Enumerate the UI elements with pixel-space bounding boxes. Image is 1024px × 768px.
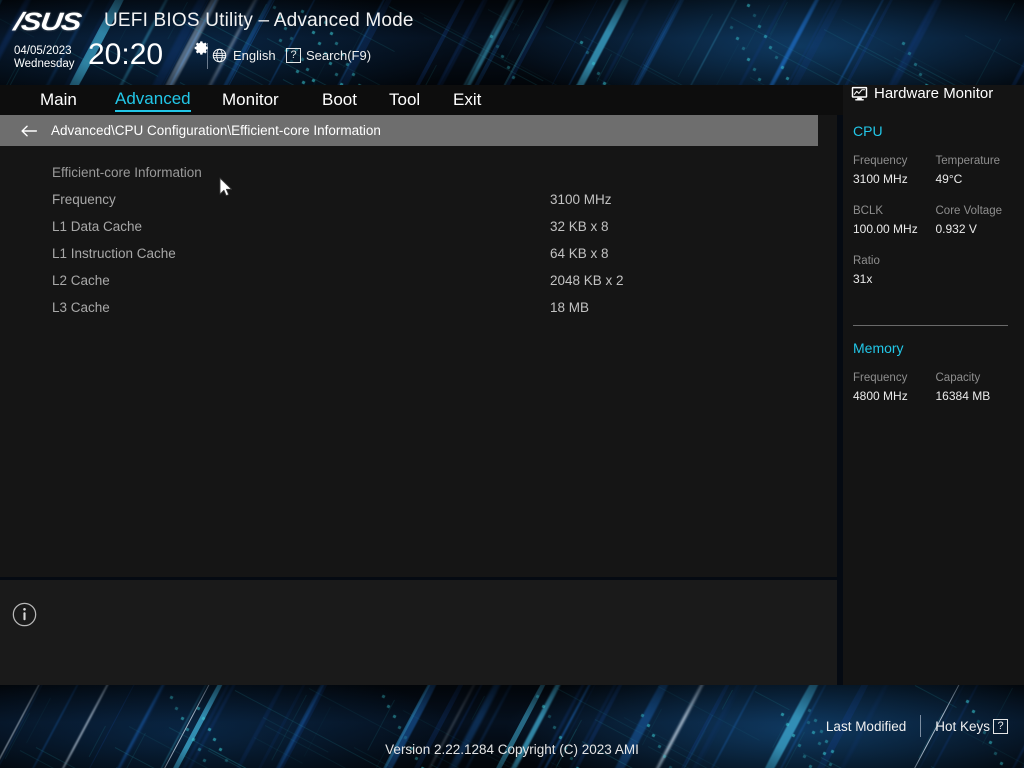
info-row-value: 32 KB x 8	[550, 219, 609, 234]
clock-display: 20:20	[88, 38, 163, 72]
tab-tool[interactable]: Tool	[389, 90, 420, 111]
cpu-row-bclk-voltage: BCLK 100.00 MHz Core Voltage 0.932 V	[853, 202, 1018, 238]
language-label: English	[233, 48, 276, 63]
info-row-label: Frequency	[52, 192, 550, 207]
footer-actions: Last Modified Hot Keys ?	[826, 715, 1008, 737]
info-row-value: 2048 KB x 2	[550, 273, 624, 288]
globe-icon	[212, 48, 227, 63]
hardware-monitor-title: Hardware Monitor	[874, 85, 993, 102]
header: /SUS UEFI BIOS Utility – Advanced Mode 0…	[0, 0, 1024, 85]
footer-divider	[920, 715, 921, 737]
page-title: UEFI BIOS Utility – Advanced Mode	[104, 10, 414, 32]
search-label: Search(F9)	[306, 48, 371, 63]
info-circle-icon[interactable]	[12, 602, 37, 627]
info-row[interactable]: L1 Instruction Cache64 KB x 8	[0, 240, 837, 267]
settings-list: Efficient-core Information Frequency3100 …	[0, 159, 837, 321]
weekday-value: Wednesday	[14, 58, 75, 71]
memory-frequency-label: Frequency	[853, 369, 936, 387]
tab-monitor[interactable]: Monitor	[222, 90, 279, 111]
cpu-row-ratio: Ratio 31x	[853, 252, 1018, 288]
memory-capacity-label: Capacity	[936, 369, 1019, 387]
mouse-cursor	[219, 177, 233, 198]
version-text: Version 2.22.1284 Copyright (C) 2023 AMI	[0, 742, 1024, 757]
info-row-label: L3 Cache	[52, 300, 550, 315]
memory-section: Memory Frequency 4800 MHz Capacity 16384…	[853, 340, 1018, 405]
help-panel	[0, 580, 837, 685]
info-row-label: L1 Data Cache	[52, 219, 550, 234]
cpu-row-frequency-temperature: Frequency 3100 MHz Temperature 49°C	[853, 152, 1018, 188]
cpu-core-voltage-value: 0.932 V	[936, 220, 1019, 238]
memory-capacity-value: 16384 MB	[936, 387, 1019, 405]
hot-keys-label: Hot Keys	[935, 719, 990, 734]
hardware-monitor-icon	[851, 86, 868, 101]
hot-keys-button[interactable]: Hot Keys ?	[935, 719, 1008, 734]
header-divider	[207, 43, 208, 69]
info-row-value: 18 MB	[550, 300, 589, 315]
cpu-ratio-label: Ratio	[853, 252, 938, 270]
info-row[interactable]: L1 Data Cache32 KB x 8	[0, 213, 837, 240]
tab-boot[interactable]: Boot	[322, 90, 357, 111]
hardware-monitor-header: Hardware Monitor	[851, 85, 993, 102]
language-selector[interactable]: English	[212, 48, 276, 63]
info-row-value: 64 KB x 8	[550, 246, 609, 261]
info-row-label: L1 Instruction Cache	[52, 246, 550, 261]
cpu-frequency-label: Frequency	[853, 152, 936, 170]
cpu-bclk-value: 100.00 MHz	[853, 220, 936, 238]
info-row[interactable]: L3 Cache18 MB	[0, 294, 837, 321]
cpu-bclk-label: BCLK	[853, 202, 936, 220]
question-box-icon: ?	[286, 48, 301, 63]
tab-advanced[interactable]: Advanced	[115, 89, 191, 112]
breadcrumb-path: Advanced\CPU Configuration\Efficient-cor…	[51, 123, 381, 138]
breadcrumb[interactable]: Advanced\CPU Configuration\Efficient-cor…	[0, 115, 818, 146]
date-display: 04/05/2023 Wednesday	[14, 45, 75, 71]
cpu-core-voltage-label: Core Voltage	[936, 202, 1019, 220]
asus-logo: /SUS	[12, 8, 82, 37]
last-modified-button[interactable]: Last Modified	[826, 719, 906, 734]
section-title: Efficient-core Information	[52, 165, 550, 180]
cpu-frequency-value: 3100 MHz	[853, 170, 936, 188]
hardware-monitor-panel: Hardware Monitor CPU Frequency 3100 MHz …	[843, 85, 1024, 685]
tab-main[interactable]: Main	[40, 90, 77, 111]
info-row-label: L2 Cache	[52, 273, 550, 288]
date-value: 04/05/2023	[14, 45, 75, 58]
back-arrow-icon[interactable]	[20, 124, 38, 138]
info-row[interactable]: Frequency3100 MHz	[0, 186, 837, 213]
section-header-row: Efficient-core Information	[0, 159, 837, 186]
cpu-section-heading: CPU	[853, 123, 1018, 139]
cpu-ratio-value: 31x	[853, 270, 938, 288]
memory-row-frequency-capacity: Frequency 4800 MHz Capacity 16384 MB	[853, 369, 1018, 405]
info-row[interactable]: L2 Cache2048 KB x 2	[0, 267, 837, 294]
info-row-value: 3100 MHz	[550, 192, 612, 207]
search-button[interactable]: ? Search(F9)	[286, 48, 371, 63]
main-content-panel: Advanced\CPU Configuration\Efficient-cor…	[0, 115, 837, 577]
cpu-section: CPU Frequency 3100 MHz Temperature 49°C …	[853, 123, 1018, 288]
sidebar-divider	[853, 325, 1008, 326]
cpu-temperature-value: 49°C	[936, 170, 1019, 188]
memory-section-heading: Memory	[853, 340, 1018, 356]
tab-exit[interactable]: Exit	[453, 90, 481, 111]
cpu-temperature-label: Temperature	[936, 152, 1019, 170]
question-box-icon: ?	[993, 719, 1008, 734]
memory-frequency-value: 4800 MHz	[853, 387, 936, 405]
